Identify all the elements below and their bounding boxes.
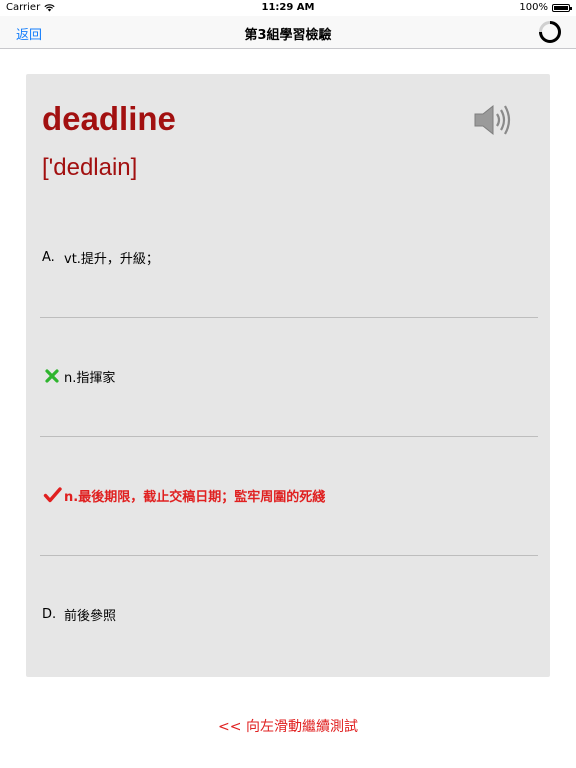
phonetic-transcription: ['dedlain] (42, 154, 138, 181)
divider (40, 555, 538, 556)
option-letter: D. (42, 606, 57, 622)
battery-percentage: 100% (519, 2, 548, 13)
clock: 11:29 AM (261, 2, 315, 13)
battery-indicator: 100% (519, 2, 572, 13)
option-letter: A. (42, 249, 55, 265)
status-bar: Carrier 11:29 AM 100% (0, 0, 576, 16)
check-icon (43, 487, 62, 503)
navigation-bar: 返回 第3組學習檢驗 (0, 16, 576, 49)
progress-ring-icon (539, 21, 561, 43)
battery-icon (552, 3, 572, 12)
option-text: 前後參照 (64, 608, 117, 624)
divider (40, 317, 538, 318)
answer-option-d[interactable]: D. 前後參照 (42, 594, 538, 634)
vocabulary-word: deadline (42, 100, 176, 137)
x-icon (45, 369, 59, 383)
quiz-card: deadline ['dedlain] A. vt.提升，升級； n.指揮家 n… (26, 74, 550, 677)
answer-option-c[interactable]: n.最後期限，截止交稿日期；監牢周圍的死綫 (42, 475, 538, 515)
option-text: vt.提升，升級； (64, 251, 159, 267)
page-title: 第3組學習檢驗 (244, 28, 332, 43)
divider (40, 436, 538, 437)
answer-option-a[interactable]: A. vt.提升，升級； (42, 237, 538, 277)
option-text: n.指揮家 (64, 370, 116, 386)
option-text: n.最後期限，截止交稿日期；監牢周圍的死綫 (64, 489, 326, 505)
swipe-hint[interactable]: << 向左滑動繼續測試 (0, 716, 576, 736)
speaker-icon[interactable] (472, 102, 512, 138)
answer-option-b[interactable]: n.指揮家 (42, 356, 538, 396)
